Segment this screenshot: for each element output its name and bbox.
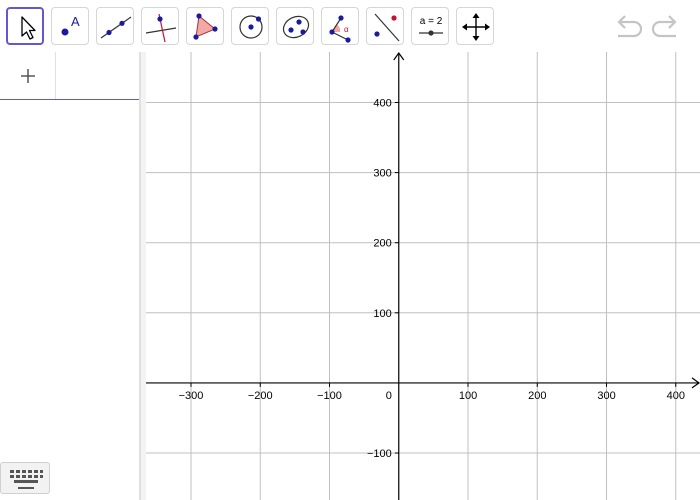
slider-tool-label: a = 2 <box>420 16 443 27</box>
angle-icon: α <box>329 15 351 43</box>
x-tick-label: −100 <box>317 390 342 402</box>
reflect-about-line-icon <box>374 13 400 42</box>
undo-button[interactable] <box>613 12 643 40</box>
y-tick-label: 200 <box>373 238 391 250</box>
tick-labels: −300 −200 −100 0 100 200 300 400 −100 100 200 300 40… <box>179 97 685 460</box>
ellipse-icon <box>282 15 310 39</box>
x-tick-label: −200 <box>248 390 273 402</box>
redo-button[interactable] <box>651 12 681 40</box>
slider-tool[interactable]: a = 2 <box>411 7 449 45</box>
y-tick-label: 400 <box>373 97 391 109</box>
y-tick-label: 300 <box>373 168 391 180</box>
keyboard-button[interactable] <box>0 462 50 494</box>
redo-icon <box>651 15 677 38</box>
x-tick-label: 300 <box>597 390 615 402</box>
geogebra-app: A α a = 2 −300 −200 −100 0 100 200 300 4… <box>0 0 700 500</box>
point-tool-label: A <box>71 14 80 29</box>
axes <box>146 52 700 500</box>
toolbar: A α a = 2 <box>0 0 700 52</box>
undo-icon <box>617 15 643 38</box>
angle-tool-label: α <box>344 25 349 34</box>
x-tick-label: −300 <box>179 390 204 402</box>
four-way-arrow-icon <box>462 13 490 41</box>
move-graphics-tool[interactable] <box>456 7 494 45</box>
ellipse-tool[interactable] <box>276 7 314 45</box>
coordinate-plane: −300 −200 −100 0 100 200 300 400 −100 100 200 300 40… <box>146 52 700 500</box>
circle-tool[interactable] <box>231 7 269 45</box>
polygon-tool[interactable] <box>186 7 224 45</box>
x-tick-label: 100 <box>459 390 477 402</box>
line-through-two-points-icon <box>100 16 132 39</box>
circle-with-center-icon <box>239 15 263 39</box>
x-tick-label: 400 <box>667 390 685 402</box>
cursor-arrow-icon <box>21 16 36 40</box>
x-tick-label: 0 <box>386 390 392 402</box>
slider-icon: a = 2 <box>419 16 443 36</box>
angle-tool[interactable]: α <box>321 7 359 45</box>
x-tick-label: 200 <box>528 390 546 402</box>
plus-icon <box>21 69 35 83</box>
polygon-triangle-icon <box>193 13 218 40</box>
keyboard-icon <box>10 470 43 489</box>
point-with-label-icon: A <box>61 14 80 36</box>
add-item-button[interactable] <box>0 52 56 99</box>
perpendicular-line-tool[interactable] <box>141 7 179 45</box>
reflect-tool[interactable] <box>366 7 404 45</box>
algebra-view <box>0 52 140 500</box>
move-tool[interactable] <box>6 7 44 45</box>
algebra-input[interactable] <box>57 52 139 99</box>
y-tick-label: −100 <box>367 448 392 460</box>
perpendicular-line-icon <box>145 13 177 43</box>
point-tool[interactable]: A <box>51 7 89 45</box>
line-tool[interactable] <box>96 7 134 45</box>
y-tick-label: 100 <box>373 308 391 320</box>
grid <box>146 52 700 500</box>
algebra-input-row <box>0 52 139 100</box>
graphics-view[interactable]: −300 −200 −100 0 100 200 300 400 −100 100 200 300 40… <box>146 52 700 500</box>
